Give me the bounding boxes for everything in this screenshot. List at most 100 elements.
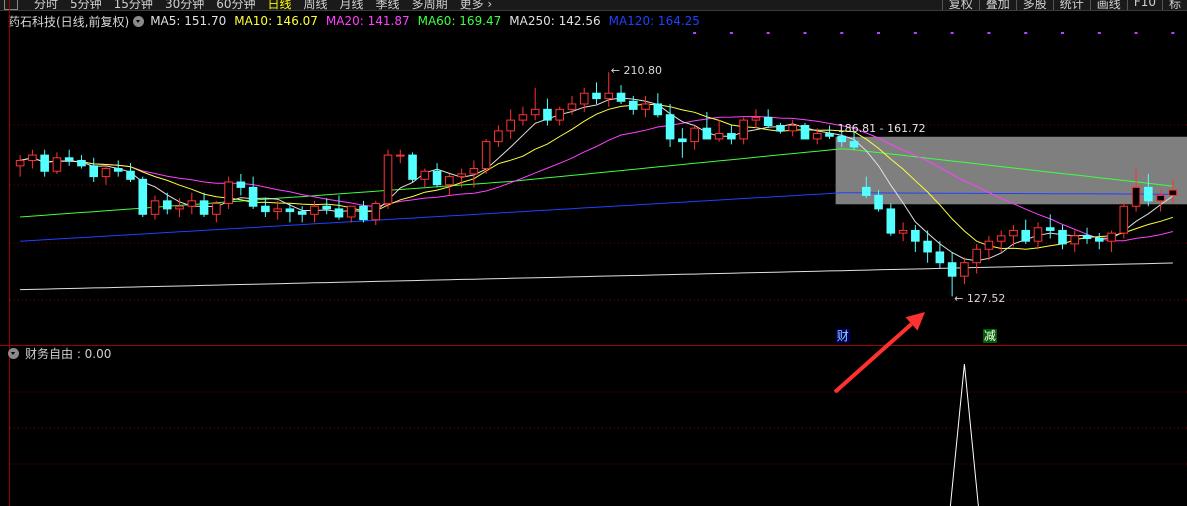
candle-body <box>886 208 896 234</box>
period-tab-5[interactable]: 日线 <box>268 0 292 10</box>
indicator-menu-icon[interactable] <box>133 15 145 27</box>
candle-body <box>175 205 184 210</box>
ma-legend-ma5: MA5: 151.70 <box>150 14 227 28</box>
candle-body <box>383 154 393 205</box>
sub-indicator-menu-icon[interactable] <box>8 347 19 359</box>
period-tab-0[interactable]: 分时 <box>34 0 58 10</box>
candle-body <box>1168 189 1178 196</box>
candle-body <box>543 108 552 121</box>
event-dot <box>1171 32 1175 34</box>
candle-body <box>261 205 270 213</box>
event-dot <box>1024 32 1028 34</box>
candle-body <box>494 130 503 143</box>
candle-body <box>1094 238 1104 242</box>
candle-body <box>911 229 920 242</box>
tool-button-0[interactable]: 复权 <box>941 0 979 10</box>
period-tab-3[interactable]: 30分钟 <box>165 0 204 10</box>
period-tab-4[interactable]: 60分钟 <box>216 0 255 10</box>
sub-indicator-label: 财务自由 : 0.00 <box>25 346 112 361</box>
candle-body <box>162 200 172 210</box>
candle-body <box>187 200 197 207</box>
candlestick-chart[interactable] <box>10 30 1187 345</box>
candle-body <box>469 168 479 175</box>
candle-body <box>334 208 344 218</box>
candle-body <box>898 229 908 234</box>
event-dot <box>913 32 917 34</box>
sub-indicator-chart[interactable] <box>10 360 1187 506</box>
candle-body <box>1144 186 1153 202</box>
candle-body <box>960 262 969 277</box>
candle-body <box>1156 194 1165 202</box>
candle-body <box>40 154 49 172</box>
candle-body <box>849 141 859 148</box>
candle-body <box>874 194 883 210</box>
candle-body <box>420 170 430 180</box>
ma-legend-ma60: MA60: 169.47 <box>417 14 502 28</box>
candle-body <box>616 92 626 102</box>
candle-body <box>579 92 589 105</box>
event-dot <box>766 32 770 34</box>
candle-body <box>150 200 160 215</box>
candle-body <box>653 103 663 116</box>
candle-body <box>800 124 810 140</box>
candle-body <box>837 135 847 143</box>
candle-body <box>64 157 74 161</box>
event-dot <box>1097 32 1101 34</box>
event-dot <box>729 32 733 34</box>
candle-body <box>408 154 417 180</box>
candle-body <box>310 205 319 215</box>
toolbar-grip-icon[interactable] <box>4 0 18 10</box>
period-tab-2[interactable]: 15分钟 <box>114 0 153 10</box>
candle-body <box>248 186 258 207</box>
candle-body <box>1082 235 1092 240</box>
candle-body <box>457 173 466 178</box>
candle-body <box>432 170 442 186</box>
stock-title: 药石科技(日线,前复权) <box>8 14 130 29</box>
candle-body <box>604 92 614 100</box>
candle-body <box>1058 229 1067 245</box>
tool-button-2[interactable]: 多股 <box>1015 0 1053 10</box>
candle-body <box>1009 229 1018 237</box>
candle-body <box>89 165 99 178</box>
tool-button-4[interactable]: 画线 <box>1089 0 1127 10</box>
sub-indicator-header: 财务自由 : 0.00 <box>8 346 112 361</box>
candle-body <box>113 168 123 172</box>
candle-body <box>972 248 981 264</box>
candle-body <box>763 116 773 126</box>
period-tab-9[interactable]: 多周期 <box>412 0 448 10</box>
candle-body <box>555 108 565 121</box>
period-tab-8[interactable]: 季线 <box>376 0 400 10</box>
tool-button-6[interactable]: 标 <box>1161 0 1187 10</box>
tool-button-5[interactable]: F10 <box>1126 0 1162 10</box>
main-chart-panel[interactable]: ← 210.80 ← 127.52 186.81 - 161.72 财 减 <box>10 30 1187 345</box>
tool-button-3[interactable]: 统计 <box>1052 0 1090 10</box>
chart-tools: 复权 叠加 多股 统计 画线 F10 标 <box>941 0 1187 10</box>
candle-body <box>506 119 515 132</box>
candle-body <box>702 127 712 140</box>
candle-body <box>126 170 135 180</box>
low-price-label: ← 127.52 <box>954 292 1006 306</box>
event-dot <box>1061 32 1064 34</box>
ma-legend: MA5: 151.70 MA10: 146.07 MA20: 141.87 MA60:… <box>150 14 708 28</box>
tool-button-1[interactable]: 叠加 <box>978 0 1016 10</box>
candle-body <box>714 133 724 140</box>
candle-body <box>1131 186 1141 207</box>
candle-body <box>530 108 540 116</box>
candle-body <box>825 133 834 137</box>
finance-event-marker[interactable]: 财 <box>835 329 850 343</box>
event-dot <box>1134 32 1138 34</box>
period-tab-1[interactable]: 5分钟 <box>70 0 102 10</box>
event-dot <box>950 32 954 34</box>
period-tab-7[interactable]: 月线 <box>340 0 364 10</box>
candle-body <box>101 168 111 178</box>
candle-body <box>984 240 994 250</box>
candle-body <box>665 114 675 140</box>
candle-body <box>518 114 528 121</box>
candle-body <box>996 235 1006 242</box>
signal-spike <box>949 363 979 506</box>
period-tab-10[interactable]: 更多 › <box>460 0 493 10</box>
period-tab-6[interactable]: 周线 <box>304 0 328 10</box>
chart-header: 药石科技(日线,前复权) MA5: 151.70 MA10: 146.07 MA20… <box>0 12 1187 30</box>
ma-legend-ma250: MA250: 142.56 <box>509 14 601 28</box>
reduce-event-marker[interactable]: 减 <box>982 329 997 343</box>
